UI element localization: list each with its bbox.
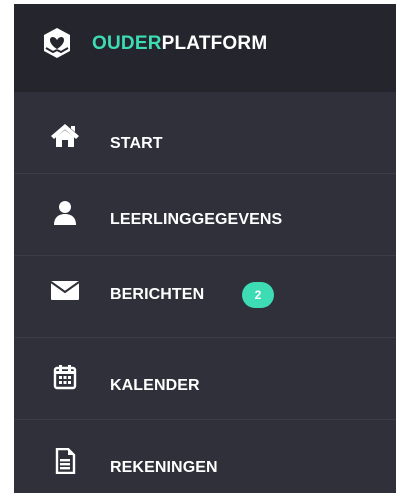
home-icon [50, 122, 80, 148]
brand-name: OUDERPLATFORM [92, 30, 267, 58]
menu-item-label: REKENINGEN [110, 459, 218, 476]
heart-hands-logo-icon [40, 26, 74, 60]
menu-item-label: START [110, 135, 163, 152]
invoice-icon [50, 448, 80, 474]
menu-item-berichten[interactable]: BERICHTEN 2 [14, 256, 396, 338]
calendar-icon [50, 364, 80, 390]
user-icon [50, 200, 80, 226]
brand-name-accent: OUDER [92, 33, 162, 54]
brand-header[interactable]: OUDERPLATFORM [14, 4, 396, 92]
menu-item-label: LEERLINGGEGEVENS [110, 211, 283, 228]
menu-item-leerlinggegevens[interactable]: LEERLINGGEGEVENS [14, 174, 396, 256]
sidebar: OUDERPLATFORM START LEERLINGGEGEVENS BER… [14, 4, 396, 493]
menu-item-rekeningen[interactable]: REKENINGEN [14, 420, 396, 493]
menu-item-start[interactable]: START [14, 92, 396, 174]
main-menu: START LEERLINGGEGEVENS BERICHTEN 2 KALEN… [14, 92, 396, 493]
brand-name-rest: PLATFORM [161, 33, 268, 54]
menu-item-label: BERICHTEN [110, 286, 205, 303]
envelope-icon [50, 277, 80, 303]
unread-count-badge: 2 [242, 282, 274, 308]
menu-item-label: KALENDER [110, 377, 200, 394]
menu-item-kalender[interactable]: KALENDER [14, 338, 396, 420]
